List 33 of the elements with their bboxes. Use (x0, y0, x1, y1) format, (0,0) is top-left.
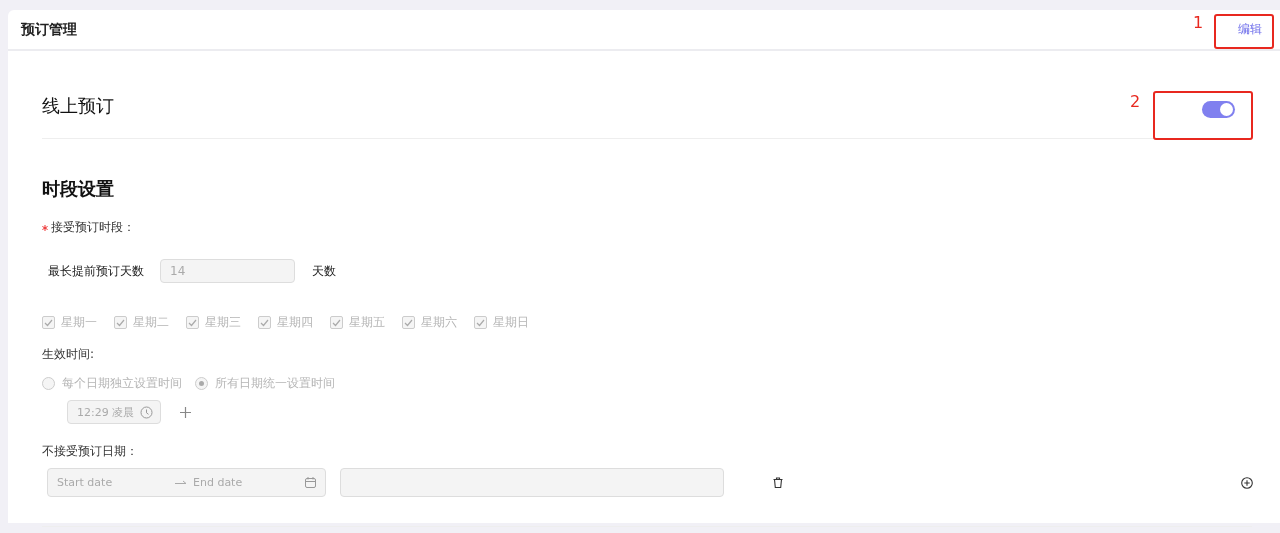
checkbox-label: 星期六 (421, 314, 457, 331)
page-title: 预订管理 (21, 20, 77, 39)
checkbox-label: 星期日 (493, 314, 529, 331)
annotation-box (1214, 14, 1274, 49)
toggle-switch[interactable] (1202, 101, 1235, 118)
checkbox-label: 星期二 (133, 314, 169, 331)
section-title: 线上预订 (42, 94, 114, 118)
trash-icon[interactable] (773, 477, 783, 488)
radio-label: 所有日期统一设置时间 (215, 375, 335, 392)
field-label: 生效时间: (42, 346, 96, 363)
field-label: 不接受预订日期： (42, 443, 139, 460)
unit-label: 天数 (312, 262, 336, 280)
field-label: 接受预订时段： (51, 219, 135, 236)
section-title: 时段设置 (42, 177, 115, 201)
input-field[interactable] (340, 468, 724, 497)
annotation-number: 2 (1130, 92, 1141, 111)
checkbox-label: 星期三 (205, 314, 241, 331)
placeholder-text: End date (193, 476, 244, 489)
arrow-icon (175, 478, 187, 487)
clock-icon (140, 405, 153, 419)
date-range-picker[interactable]: Start date End date (47, 468, 326, 497)
checkbox-label: 星期一 (61, 314, 97, 331)
time-picker[interactable]: 12:29 凌晨 (67, 400, 161, 424)
add-icon[interactable] (179, 405, 192, 419)
field-label: 最长提前预订天数 (48, 262, 144, 280)
checkbox-label: 星期四 (277, 314, 313, 331)
radio-label: 每个日期独立设置时间 (62, 375, 182, 392)
placeholder-text: Start date (57, 476, 114, 489)
calendar-icon (305, 477, 316, 488)
annotation-number: 1 (1193, 13, 1204, 32)
checkbox-label: 星期五 (349, 314, 385, 331)
add-circle-icon[interactable] (1241, 476, 1253, 489)
edit-link[interactable]: 编辑 (1234, 19, 1266, 40)
